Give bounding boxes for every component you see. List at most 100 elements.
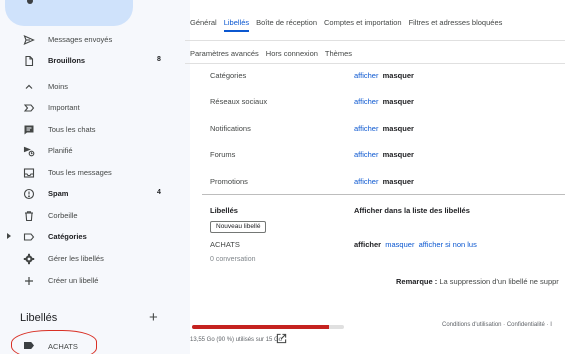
category-visibility: afficher masquer (354, 150, 414, 159)
label-conversation-count: 0 conversation (210, 256, 256, 263)
sidebar: Messages envoyés Brouillons 8 Moins Importan… (0, 0, 190, 354)
category-show-link[interactable]: afficher (354, 97, 378, 106)
storage-bar-fill (192, 325, 329, 329)
sidebar-item-count: 8 (157, 56, 161, 63)
compose-area[interactable] (5, 0, 133, 26)
category-name: Forums (210, 150, 236, 159)
sidebar-item[interactable]: Corbeille (0, 205, 180, 226)
expand-arrow-icon[interactable] (7, 233, 11, 239)
sidebar-item-label: Gérer les libellés (48, 254, 104, 263)
sidebar-item[interactable]: Catégories (0, 226, 180, 247)
storage-usage-text: 13,55 Go (90 %) utilisés sur 15 Go (190, 337, 283, 343)
chat-icon (22, 123, 35, 136)
tab-themes[interactable]: Thèmes (325, 49, 352, 58)
category-visibility: afficher masquer (354, 97, 414, 106)
category-show-link[interactable]: afficher (354, 71, 378, 80)
tab-filters[interactable]: Filtres et adresses bloquées (409, 18, 503, 40)
sidebar-item-label: Important (48, 103, 80, 112)
tab-general[interactable]: Général (190, 18, 217, 40)
category-show-link[interactable]: afficher (354, 177, 378, 186)
sidebar-item-label: Créer un libellé (48, 276, 99, 285)
tab-advanced[interactable]: Paramètres avancés (190, 49, 259, 58)
tab-labels[interactable]: Libellés (223, 18, 250, 32)
category-row: Catégories afficher masquer (210, 71, 565, 97)
spam-icon (22, 187, 35, 200)
category-visibility: afficher masquer (354, 71, 414, 80)
label-visibility-options: afficher masquer afficher si non lus (354, 240, 477, 249)
label-name: ACHATS (210, 240, 240, 249)
send-icon (22, 33, 35, 46)
draft-icon (22, 54, 35, 67)
sidebar-item[interactable]: Planifié (0, 140, 180, 161)
labels-heading: Libellés (20, 312, 58, 324)
section-divider (202, 194, 565, 195)
open-external-icon[interactable] (276, 333, 287, 344)
category-hide-link[interactable]: masquer (383, 97, 414, 106)
compose-icon (27, 0, 33, 4)
scheduled-icon (22, 144, 35, 157)
sidebar-item[interactable]: Tous les chats (0, 119, 180, 140)
tab-accounts[interactable]: Comptes et importation (324, 18, 402, 40)
plus-icon (22, 274, 35, 287)
trash-icon (22, 209, 35, 222)
sidebar-item-count: 4 (157, 189, 161, 196)
annotation-circle (11, 330, 97, 354)
sidebar-item[interactable]: Messages envoyés (0, 29, 180, 50)
category-visibility: afficher masquer (354, 124, 414, 133)
category-name: Réseaux sociaux (210, 97, 268, 106)
settings-tabs-row2: Paramètres avancés Hors connexion Thèmes (190, 49, 359, 58)
removal-note: Remarque : La suppression d'un libellé n… (396, 277, 559, 286)
sidebar-item-label: Tous les messages (48, 168, 112, 177)
category-row: Forums afficher masquer (210, 150, 565, 176)
storage-bar (192, 325, 344, 329)
tab-inbox[interactable]: Boîte de réception (256, 18, 317, 40)
sidebar-item-label: Messages envoyés (48, 35, 113, 44)
settings-panel: Général Libellés Boîte de réception Comp… (185, 0, 565, 354)
category-row: Notifications afficher masquer (210, 124, 565, 150)
note-bold: Remarque : (396, 277, 438, 286)
category-show-link[interactable]: afficher (354, 150, 378, 159)
label-hide-link[interactable]: masquer (385, 240, 414, 249)
sidebar-item-label: Brouillons (48, 56, 86, 65)
category-name: Catégories (210, 71, 247, 80)
sidebar-item-label: Spam (48, 189, 69, 198)
label-show-link[interactable]: afficher (354, 240, 381, 249)
sidebar-item-label: Planifié (48, 146, 73, 155)
tabs-divider (185, 40, 565, 41)
category-name: Promotions (210, 177, 248, 186)
sidebar-item[interactable]: Brouillons 8 (0, 50, 180, 71)
note-text: La suppression d'un libellé ne suppr (437, 277, 559, 286)
label-outline-icon (22, 230, 35, 243)
labels-column-heading: Afficher dans la liste des libellés (354, 206, 470, 215)
labels-section-heading: Libellés (210, 206, 238, 215)
category-show-link[interactable]: afficher (354, 124, 378, 133)
add-label-button[interactable]: + (149, 309, 158, 326)
sidebar-item-label: Tous les chats (48, 125, 96, 134)
category-hide-link[interactable]: masquer (383, 150, 414, 159)
settings-tabs: Général Libellés Boîte de réception Comp… (190, 18, 509, 40)
sidebar-item[interactable]: Tous les messages (0, 162, 180, 183)
category-row: Réseaux sociaux afficher masquer (210, 97, 565, 123)
chevron-up-icon (22, 80, 35, 93)
tabs-divider-2 (185, 63, 565, 64)
sidebar-item[interactable]: Important (0, 97, 180, 118)
footer-links[interactable]: Conditions d'utilisation · Confidentiali… (442, 322, 552, 328)
sidebar-item-label: Catégories (48, 232, 87, 241)
gear-icon (22, 252, 35, 265)
category-row: Promotions afficher masquer (210, 177, 565, 203)
new-label-button[interactable]: Nouveau libellé (210, 221, 267, 233)
sidebar-item[interactable]: Spam 4 (0, 183, 180, 204)
category-hide-link[interactable]: masquer (383, 124, 414, 133)
important-icon (22, 101, 35, 114)
sidebar-item[interactable]: Créer un libellé (0, 270, 180, 291)
sidebar-item-label: Corbeille (48, 211, 78, 220)
sidebar-item[interactable]: Moins (0, 76, 180, 97)
all-mail-icon (22, 166, 35, 179)
sidebar-item-label: Moins (48, 82, 69, 91)
category-visibility: afficher masquer (354, 177, 414, 186)
tab-offline[interactable]: Hors connexion (266, 49, 318, 58)
sidebar-item[interactable]: Gérer les libellés (0, 248, 180, 269)
category-hide-link[interactable]: masquer (383, 71, 414, 80)
label-show-if-unread-link[interactable]: afficher si non lus (419, 240, 477, 249)
category-hide-link[interactable]: masquer (383, 177, 414, 186)
